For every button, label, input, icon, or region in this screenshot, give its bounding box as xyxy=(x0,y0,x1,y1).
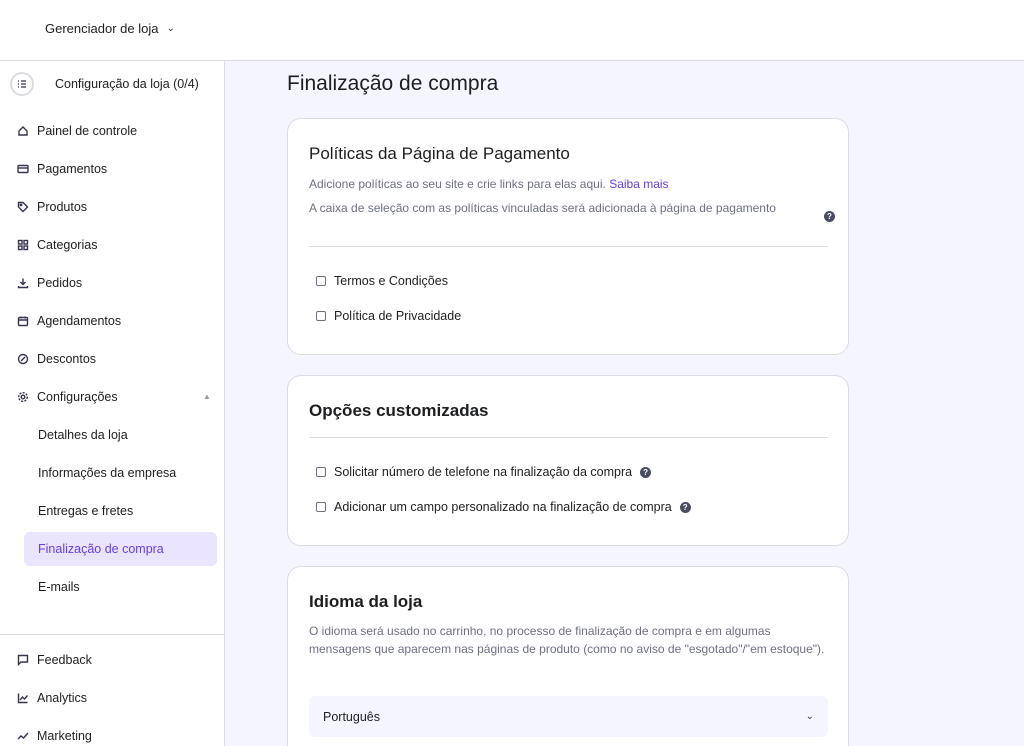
page-title: Finalização de compra xyxy=(287,72,499,95)
sidebar-item-label: Painel de controle xyxy=(37,124,138,138)
sidebar-item-label: Pagamentos xyxy=(37,162,108,176)
store-language-description: O idioma será usado no carrinho, no proc… xyxy=(309,624,825,656)
sidebar-item-label: Categorias xyxy=(37,238,98,252)
sidebar-item-label: Descontos xyxy=(37,352,97,366)
sidebar: Configuração da loja (0/4) Painel de con… xyxy=(0,61,225,746)
sidebar-subitem-checkout[interactable]: Finalização de compra xyxy=(38,539,164,559)
phone-checkbox-row[interactable]: Solicitar número de telefone na finaliza… xyxy=(316,465,652,479)
language-select[interactable]: Português ⌄ xyxy=(309,696,828,737)
store-setup-label: Configuração da loja (0/4) xyxy=(55,77,199,91)
store-manager-dropdown[interactable]: Gerenciador de loja ⌄ xyxy=(45,21,175,36)
help-icon[interactable]: ? xyxy=(679,501,691,513)
chart-icon xyxy=(16,691,30,705)
phone-checkbox[interactable] xyxy=(316,467,326,477)
home-icon xyxy=(16,124,30,138)
sidebar-divider xyxy=(0,634,224,635)
sidebar-item-marketing[interactable]: Marketing xyxy=(16,725,92,746)
terms-checkbox[interactable] xyxy=(316,276,326,286)
privacy-checkbox[interactable] xyxy=(316,311,326,321)
sidebar-item-appointments[interactable]: Agendamentos xyxy=(16,310,121,332)
store-manager-label: Gerenciador de loja xyxy=(45,21,159,36)
language-select-value: Português xyxy=(323,709,380,724)
chevron-down-icon: ⌄ xyxy=(166,23,175,34)
download-icon xyxy=(16,276,30,290)
sidebar-subitem-emails[interactable]: E-mails xyxy=(38,577,80,597)
custom-field-checkbox-row[interactable]: Adicionar um campo personalizado na fina… xyxy=(316,500,691,514)
sidebar-item-analytics[interactable]: Analytics xyxy=(16,687,87,709)
sidebar-item-label: Pedidos xyxy=(37,276,83,290)
sidebar-item-orders[interactable]: Pedidos xyxy=(16,272,82,294)
divider xyxy=(309,437,828,438)
help-icon[interactable]: ? xyxy=(640,466,652,478)
policies-description-text: Adicione políticas ao seu site e crie li… xyxy=(309,177,606,191)
gear-icon xyxy=(16,390,30,404)
store-language-title: Idioma da loja xyxy=(309,592,423,611)
sidebar-item-label: Analytics xyxy=(37,691,88,705)
calendar-icon xyxy=(16,314,30,328)
policies-note: A caixa de seleção com as políticas vinc… xyxy=(309,201,776,215)
custom-field-label: Adicionar um campo personalizado na fina… xyxy=(334,500,672,514)
store-setup-item[interactable]: Configuração da loja (0/4) xyxy=(10,71,199,97)
custom-field-checkbox[interactable] xyxy=(316,502,326,512)
terms-label: Termos e Condições xyxy=(334,274,448,288)
custom-options-title: Opções customizadas xyxy=(309,401,489,420)
privacy-checkbox-row[interactable]: Política de Privacidade xyxy=(316,309,461,323)
policies-title: Políticas da Página de Pagamento xyxy=(309,144,570,163)
chat-icon xyxy=(16,653,30,667)
tag-icon xyxy=(16,200,30,214)
sidebar-item-categories[interactable]: Categorias xyxy=(16,234,97,256)
policies-description: Adicione políticas ao seu site e crie li… xyxy=(309,176,669,193)
top-bar: Gerenciador de loja ⌄ xyxy=(0,0,1024,61)
divider xyxy=(309,246,828,247)
sidebar-item-products[interactable]: Produtos xyxy=(16,196,87,218)
trend-icon xyxy=(16,729,30,743)
sidebar-item-dashboard[interactable]: Painel de controle xyxy=(16,120,137,142)
sidebar-item-label: Agendamentos xyxy=(37,314,122,328)
sidebar-item-label: Produtos xyxy=(37,200,88,214)
card-icon xyxy=(16,162,30,176)
store-language-card: Idioma da loja O idioma será usado no ca… xyxy=(287,566,849,746)
learn-more-link[interactable]: Saiba mais xyxy=(609,177,668,191)
sidebar-subitem-shipping[interactable]: Entregas e fretes xyxy=(38,501,133,521)
help-icon[interactable]: ? xyxy=(824,211,835,222)
chevron-down-icon: ⌄ xyxy=(805,711,814,722)
sidebar-item-discounts[interactable]: Descontos xyxy=(16,348,96,370)
chevron-up-icon[interactable]: ▲ xyxy=(203,392,211,401)
discount-icon xyxy=(16,352,30,366)
phone-label: Solicitar número de telefone na finaliza… xyxy=(334,465,633,479)
policies-card: Políticas da Página de Pagamento Adicion… xyxy=(287,118,849,355)
sidebar-item-label: Feedback xyxy=(37,653,92,667)
custom-options-card: Opções customizadas Solicitar número de … xyxy=(287,375,849,546)
sidebar-item-settings[interactable]: Configurações xyxy=(16,386,118,408)
sidebar-subitem-store-details[interactable]: Detalhes da loja xyxy=(38,425,128,445)
sidebar-item-feedback[interactable]: Feedback xyxy=(16,649,92,671)
sidebar-subitem-company-info[interactable]: Informações da empresa xyxy=(38,463,176,483)
grid-icon xyxy=(16,238,30,252)
checklist-icon xyxy=(10,72,34,96)
sidebar-item-label: Marketing xyxy=(37,729,92,743)
terms-checkbox-row[interactable]: Termos e Condições xyxy=(316,274,448,288)
privacy-label: Política de Privacidade xyxy=(334,309,462,323)
sidebar-item-label: Configurações xyxy=(37,390,118,404)
sidebar-item-payments[interactable]: Pagamentos xyxy=(16,158,107,180)
